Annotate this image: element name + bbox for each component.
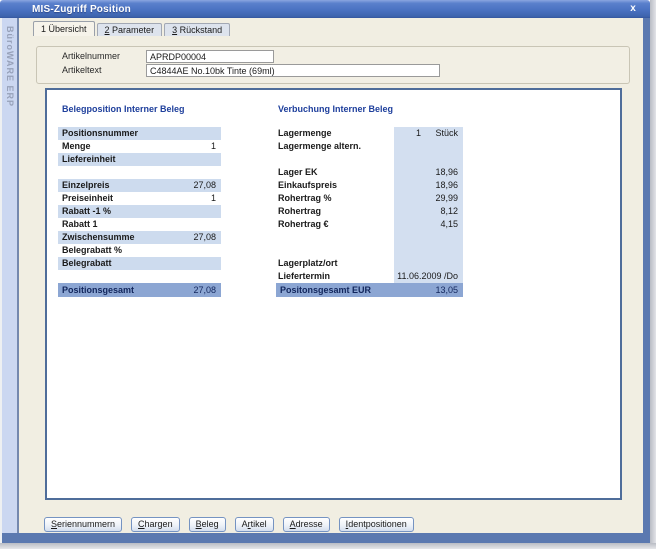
left-section-header: Belegposition Interner Beleg [62,103,185,115]
beleg-button[interactable]: Beleg [189,517,226,532]
button-row: Seriennummern Chargen Beleg Artikel Adre… [44,517,414,532]
table-row: Rohertrag €4,15 [278,218,463,231]
window-title: MIS-Zugriff Position [0,4,131,15]
window-bottom-frame [2,533,650,543]
window-right-frame [643,18,650,543]
artikelnummer-label: Artikelnummer [62,51,120,62]
table-row: Lagerplatz/ort [278,257,463,270]
table-row: Preiseinheit1 [58,192,221,205]
table-row: Einzelpreis27,08 [58,179,221,192]
right-section-header: Verbuchung Interner Beleg [278,103,393,115]
table-row: Rabatt -1 % [58,205,221,218]
table-row: Einkaufspreis18,96 [278,179,463,192]
seriennummern-button[interactable]: Seriennummern [44,517,122,532]
artikel-button[interactable]: Artikel [235,517,274,532]
tab-parameter[interactable]: 2 Parameter [97,23,163,36]
tab-bar: 1 Übersicht 2 Parameter 3 Rückstand [33,21,230,36]
table-row: Belegrabatt [58,257,221,270]
tab-uebersicht[interactable]: 1 Übersicht [33,21,95,36]
artikeltext-label: Artikeltext [62,65,102,76]
artikeltext-input[interactable] [146,64,440,77]
right-total-row: Positonsgesamt EUR 13,05 [276,283,463,297]
table-row: Liefereinheit [58,153,221,166]
adresse-button[interactable]: Adresse [283,517,330,532]
identpositionen-button[interactable]: Identpositionen [339,517,414,532]
window-bottom-shadow [0,543,656,549]
brand-vertical-label: BüroWARE ERP [2,26,17,107]
table-row: Menge1 [58,140,221,153]
tab-rueckstand[interactable]: 3 Rückstand [164,23,230,36]
chargen-button[interactable]: Chargen [131,517,180,532]
close-icon[interactable]: x [626,2,640,15]
table-row: Rabatt 1 [58,218,221,231]
table-row: Liefertermin11.06.2009 /Do [278,270,463,283]
artikelnummer-input[interactable] [146,50,274,63]
window-right-shadow [650,0,656,549]
table-row: Rohertrag %29,99 [278,192,463,205]
table-row: Rohertrag8,12 [278,205,463,218]
table-row: Positionsnummer [58,127,221,140]
table-row: Lager EK18,96 [278,166,463,179]
mis-zugriff-window: MIS-Zugriff Position x BüroWARE ERP 1 Üb… [0,0,656,549]
table-row: Belegrabatt % [58,244,221,257]
table-row: Zwischensumme27,08 [58,231,221,244]
table-row: Lagermenge altern. [278,140,463,153]
table-row: Lagermenge 1Stück [278,127,463,140]
left-total-row: Positionsgesamt 27,08 [58,283,221,297]
title-bar: MIS-Zugriff Position x [0,0,650,18]
